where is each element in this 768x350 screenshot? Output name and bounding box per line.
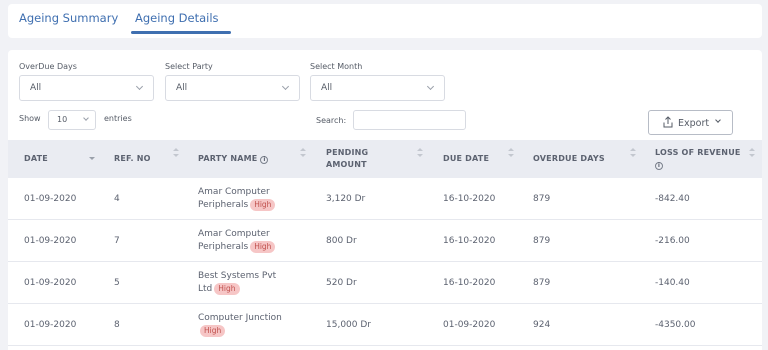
cell-pending-amount: 800 Dr: [326, 236, 357, 246]
search-label: Search:: [316, 116, 347, 125]
column-header-party-name[interactable]: PARTY NAME i: [198, 153, 269, 165]
column-header-pending-amount[interactable]: PENDING AMOUNT: [326, 147, 386, 171]
cell-due-date: 01-09-2020: [443, 320, 496, 330]
entries-label: entries: [104, 114, 132, 123]
sort-icon[interactable]: [417, 148, 423, 158]
table-header: DATE REF. NO PARTY NAME i PENDING AMOUNT…: [8, 140, 762, 178]
column-header-loss-of-revenue[interactable]: LOSS OF REVENUE i: [655, 147, 741, 171]
cell-overdue-days: 879: [533, 194, 551, 204]
sort-icon[interactable]: [300, 148, 306, 158]
select-party-value: All: [176, 83, 188, 93]
tab-ageing-details[interactable]: Ageing Details: [135, 11, 219, 25]
cell-overdue-days: 879: [533, 278, 551, 288]
cell-date: 01-09-2020: [24, 194, 77, 204]
priority-badge: High: [250, 241, 276, 253]
info-icon: i: [260, 156, 269, 164]
sort-icon[interactable]: [508, 148, 514, 158]
select-month-select[interactable]: All: [310, 75, 445, 101]
cell-due-date: 16-10-2020: [443, 194, 496, 204]
table-row[interactable]: 01-09-2020 4 Amar Computer Peripherals Hig…: [8, 178, 762, 220]
table-row[interactable]: 01-09-2020 7 Amar Computer Peripherals Hig…: [8, 220, 762, 262]
cell-date: 01-09-2020: [24, 236, 77, 246]
show-label: Show: [19, 114, 41, 123]
cell-date: 01-09-2020: [24, 278, 77, 288]
sort-icon[interactable]: [89, 151, 95, 161]
cell-ref-no: 8: [114, 320, 120, 330]
party-name-text: Computer Junction: [198, 313, 282, 323]
select-month-label: Select Month: [310, 62, 363, 71]
table-row[interactable]: 01-09-2020 8 Computer Junction High 15,00…: [8, 304, 762, 346]
cell-loss-of-revenue: -842.40: [655, 194, 690, 204]
active-tab-indicator: [131, 31, 231, 34]
priority-badge: High: [200, 325, 226, 337]
column-header-date[interactable]: DATE: [24, 153, 48, 165]
cell-party-name: Best Systems Pvt Ltd High: [198, 270, 276, 296]
cell-due-date: 16-10-2020: [443, 278, 496, 288]
search-input[interactable]: [353, 110, 466, 130]
cell-pending-amount: 15,000 Dr: [326, 320, 371, 330]
overdue-days-label: OverDue Days: [19, 62, 77, 71]
column-header-overdue-days[interactable]: OVERDUE DAYS: [533, 153, 605, 165]
cell-ref-no: 7: [114, 236, 120, 246]
info-icon: i: [655, 162, 663, 170]
cell-overdue-days: 879: [533, 236, 551, 246]
priority-badge: High: [250, 199, 276, 211]
select-party-select[interactable]: All: [165, 75, 300, 101]
cell-party-name: Amar Computer Peripherals High: [198, 186, 276, 212]
upload-icon: [663, 116, 673, 128]
overdue-days-value: All: [30, 83, 42, 93]
sort-icon[interactable]: [630, 148, 636, 158]
loss-header-text: LOSS OF REVENUE: [655, 148, 741, 157]
cell-loss-of-revenue: -140.40: [655, 278, 690, 288]
select-month-value: All: [321, 83, 333, 93]
chevron-down-icon: [135, 82, 144, 91]
table-row[interactable]: 01-09-2020 5 Best Systems Pvt Ltd High 520…: [8, 262, 762, 304]
party-name-text: Peripherals: [198, 200, 249, 210]
sort-icon[interactable]: [749, 148, 755, 158]
party-name-text: Peripherals: [198, 242, 249, 252]
entries-select[interactable]: 10: [48, 110, 96, 130]
cell-loss-of-revenue: -4350.00: [655, 320, 696, 330]
ageing-details-panel: OverDue Days All Select Party All Select…: [8, 50, 762, 350]
cell-due-date: 16-10-2020: [443, 236, 496, 246]
column-header-ref-no[interactable]: REF. NO: [114, 153, 151, 165]
export-button[interactable]: Export: [648, 110, 733, 135]
select-party-label: Select Party: [165, 62, 213, 71]
chevron-down-icon: [715, 117, 721, 123]
party-name-text: Amar Computer: [198, 229, 270, 239]
cell-date: 01-09-2020: [24, 320, 77, 330]
tabs-bar: Ageing Summary Ageing Details: [8, 4, 762, 38]
tab-ageing-summary[interactable]: Ageing Summary: [19, 11, 118, 25]
party-name-text: Best Systems Pvt: [198, 271, 277, 281]
party-name-text: Ltd: [198, 284, 213, 294]
party-name-header-text: PARTY NAME: [198, 154, 258, 163]
party-name-text: Amar Computer: [198, 187, 270, 197]
priority-badge: High: [214, 283, 240, 295]
cell-party-name: Amar Computer Peripherals High: [198, 228, 276, 254]
cell-ref-no: 5: [114, 278, 120, 288]
cell-pending-amount: 520 Dr: [326, 278, 357, 288]
column-header-due-date[interactable]: DUE DATE: [443, 153, 489, 165]
export-label: Export: [678, 118, 710, 129]
sort-icon[interactable]: [173, 148, 179, 158]
cell-pending-amount: 3,120 Dr: [326, 194, 366, 204]
entries-value: 10: [57, 115, 68, 124]
chevron-down-icon: [426, 82, 435, 91]
cell-overdue-days: 924: [533, 320, 551, 330]
chevron-down-icon: [83, 115, 89, 121]
overdue-days-select[interactable]: All: [19, 75, 154, 101]
cell-loss-of-revenue: -216.00: [655, 236, 690, 246]
chevron-down-icon: [281, 82, 290, 91]
cell-ref-no: 4: [114, 194, 120, 204]
cell-party-name: Computer Junction High: [198, 312, 282, 338]
